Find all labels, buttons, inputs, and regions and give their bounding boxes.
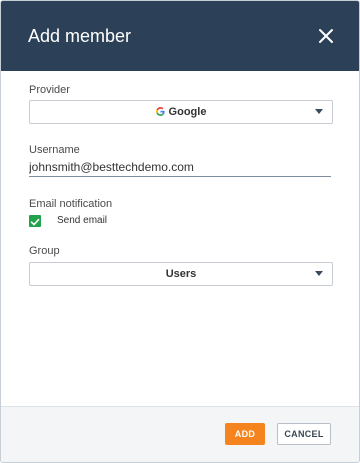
email-notification-label: Email notification [29,198,113,210]
dialog-header: Add member [1,1,359,71]
provider-select-value: Google [30,106,332,118]
checkmark-icon [30,218,40,226]
dialog-title: Add member [28,26,132,46]
group-select[interactable]: Users [29,262,333,286]
username-label: Username [29,144,80,156]
send-email-label: Send email [57,215,108,226]
cancel-button[interactable]: CANCEL [277,423,331,445]
close-icon[interactable] [314,24,338,48]
google-icon [155,107,165,116]
username-input[interactable] [29,158,331,177]
group-select-value: Users [165,268,197,280]
send-email-checkbox[interactable] [29,215,41,227]
chevron-down-icon [315,271,323,276]
provider-select[interactable]: Google [29,100,333,124]
chevron-down-icon [315,109,323,114]
add-button[interactable]: ADD [225,423,265,445]
group-label: Group [29,245,60,257]
dialog-footer: ADD CANCEL [1,406,359,462]
provider-value-text: Google [168,106,207,118]
add-member-dialog: Add member Provider Google Username Emai… [0,0,360,463]
provider-label: Provider [29,84,70,96]
